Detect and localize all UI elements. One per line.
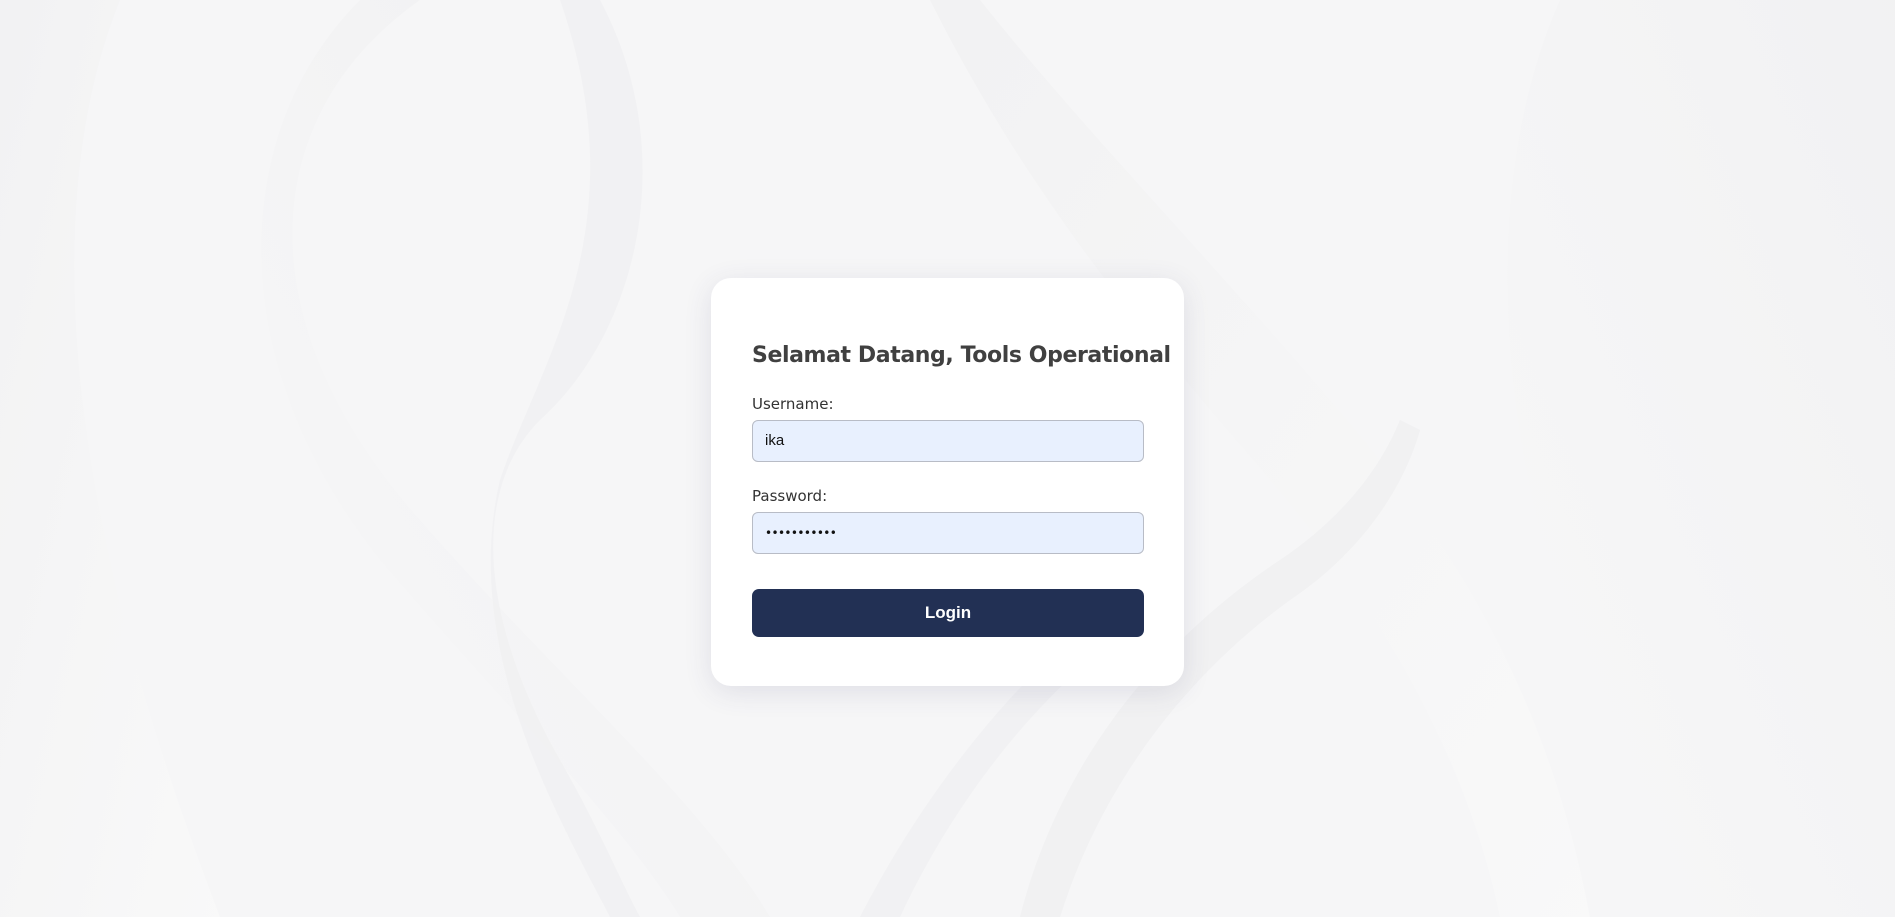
- username-label: Username:: [752, 394, 834, 413]
- login-card: Selamat Datang, Tools Operational Userna…: [711, 278, 1184, 686]
- password-label: Password:: [752, 486, 828, 505]
- password-value: •••••••••••: [765, 525, 837, 540]
- password-field[interactable]: •••••••••••: [752, 511, 1144, 554]
- username-value: ika: [765, 432, 785, 450]
- login-button[interactable]: Login: [752, 588, 1144, 637]
- page-title: Selamat Datang, Tools Operational: [752, 343, 1171, 368]
- username-field[interactable]: ika: [752, 419, 1144, 462]
